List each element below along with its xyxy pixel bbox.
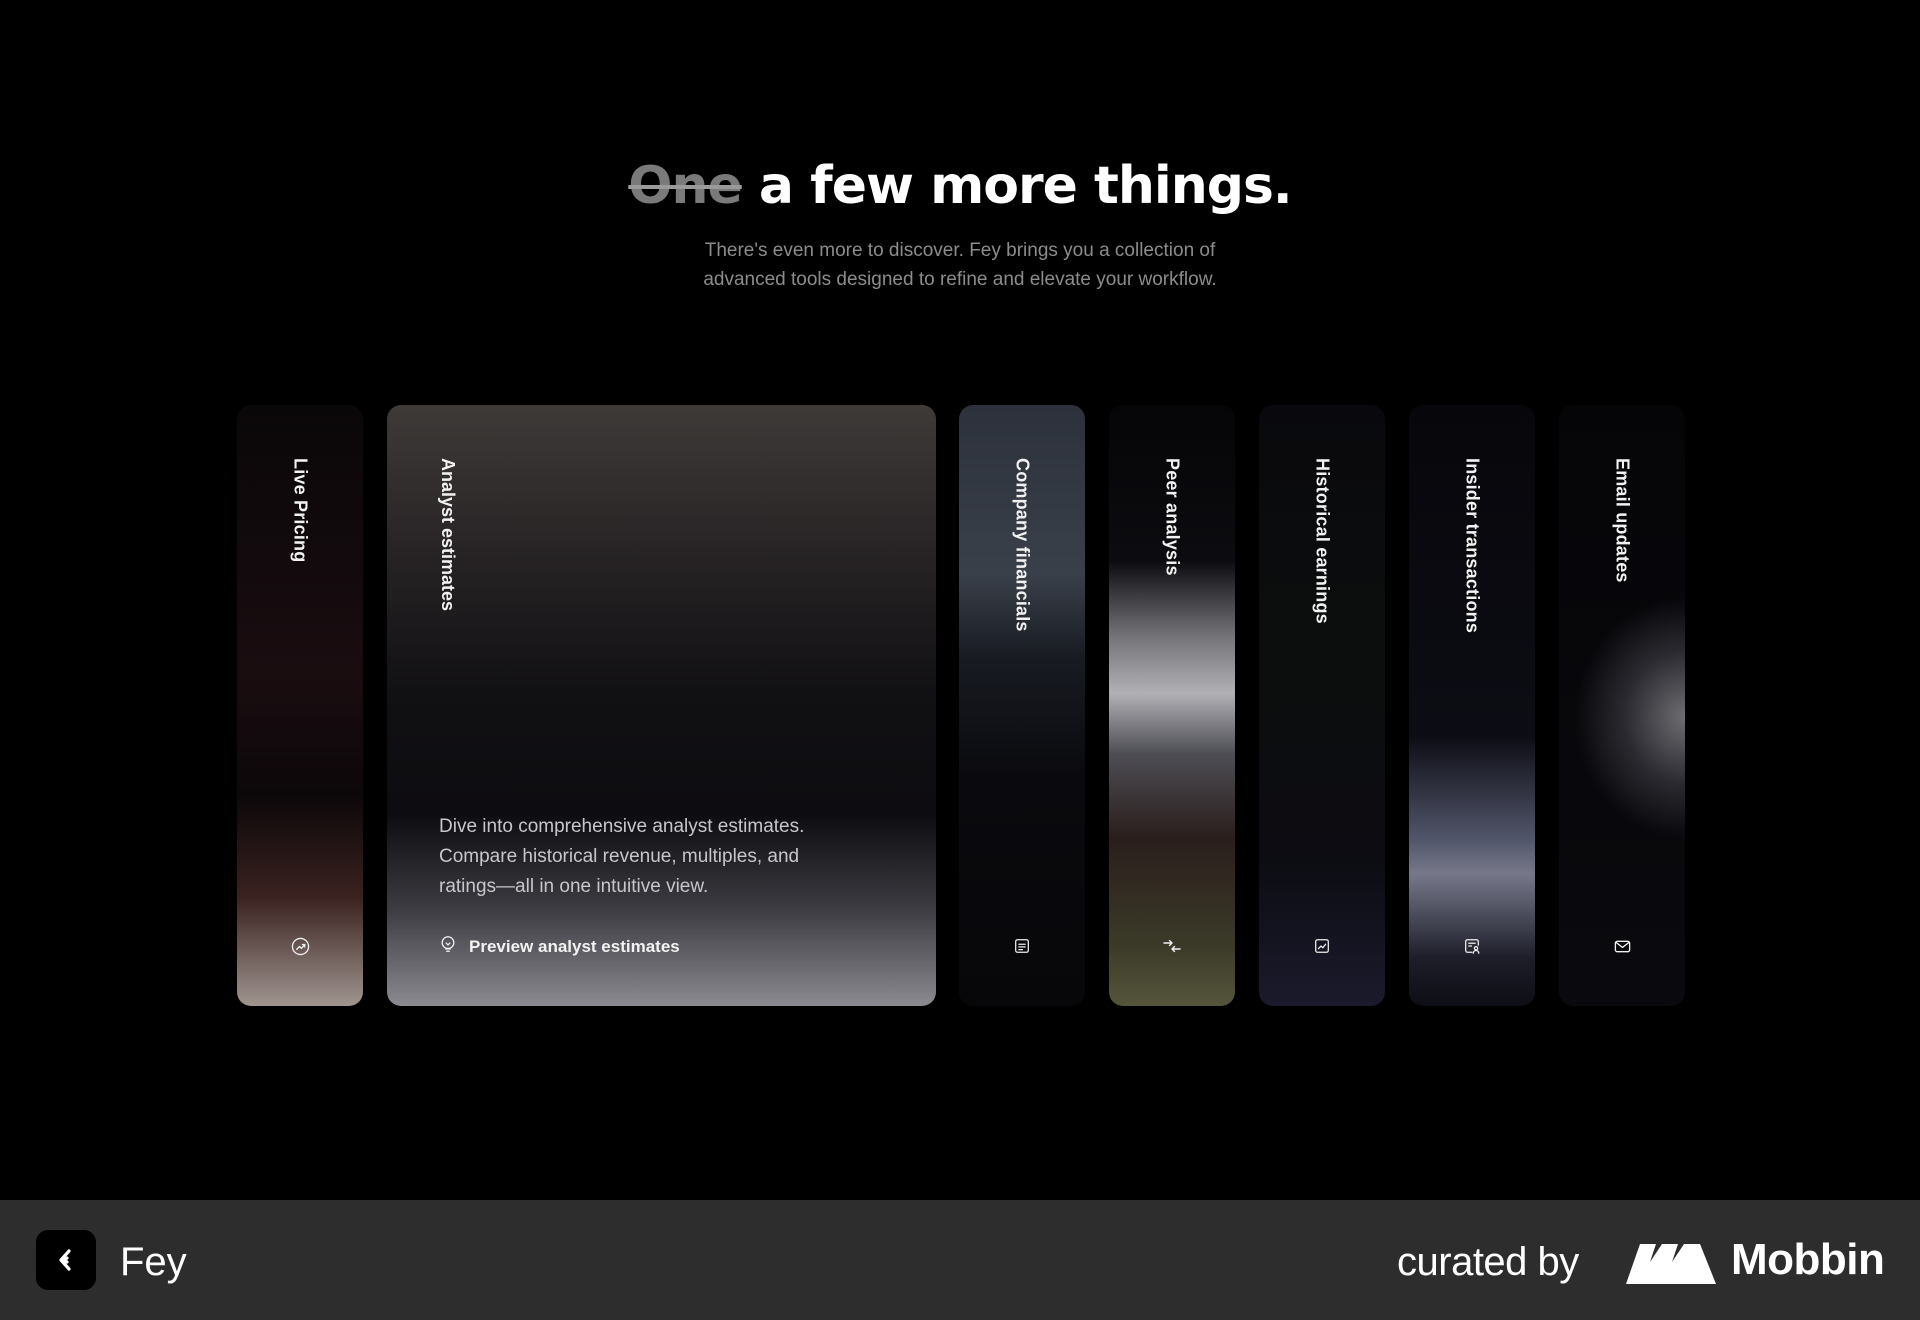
card-company-financials[interactable]: Company financials (959, 405, 1085, 1006)
card-live-pricing[interactable]: Live Pricing (237, 405, 363, 1006)
document-icon (1012, 936, 1032, 956)
card-description: Dive into comprehensive analyst estimate… (439, 816, 805, 897)
card-analyst-estimates[interactable]: Analyst estimates Dive into comprehensiv… (387, 405, 936, 1006)
app-name: Fey (120, 1240, 187, 1284)
trend-up-circle-icon (290, 936, 310, 956)
card-peer-analysis[interactable]: Peer analysis (1109, 405, 1235, 1006)
card-insider-transactions[interactable]: Insider transactions (1409, 405, 1535, 1006)
arrows-compare-icon (1162, 936, 1182, 956)
card-historical-earnings[interactable]: Historical earnings (1259, 405, 1385, 1006)
card-label: Insider transactions (1462, 458, 1483, 634)
cta-label: Preview analyst estimates (469, 936, 680, 956)
card-label: Historical earnings (1312, 458, 1333, 624)
preview-analyst-estimates-link[interactable]: Preview analyst estimates (439, 935, 680, 958)
card-label: Analyst estimates (438, 458, 458, 612)
footer-bar: Fey curated by Mobbin (0, 1200, 1920, 1320)
card-label: Email updates (1612, 458, 1633, 583)
subtitle-line-2: advanced tools designed to refine and el… (703, 269, 1217, 290)
chart-box-icon (1312, 936, 1332, 956)
card-email-updates[interactable]: Email updates (1559, 405, 1685, 1006)
person-document-icon (1462, 936, 1482, 956)
feature-cards: Live Pricing Analyst estimates Dive into… (237, 405, 1687, 1006)
bulb-icon (439, 935, 457, 958)
headline-struck-word: One (628, 156, 742, 216)
card-label: Company financials (1012, 458, 1033, 632)
card-label: Peer analysis (1162, 458, 1183, 576)
mail-icon (1612, 936, 1632, 956)
subtitle-line-1: There's even more to discover. Fey bring… (704, 240, 1216, 261)
mobbin-brand: Mobbin (1731, 1235, 1885, 1284)
page-title: One a few more things. (0, 150, 1920, 222)
card-label: Live Pricing (290, 458, 311, 563)
hero-section: One a few more things. There's even more… (0, 150, 1920, 294)
page-subtitle: There's even more to discover. Fey bring… (0, 236, 1920, 294)
fey-logo-icon (36, 1230, 96, 1290)
curated-by-label: curated by (1397, 1240, 1579, 1284)
headline-text: a few more things. (758, 156, 1293, 216)
mobbin-logo-icon (1626, 1240, 1716, 1289)
